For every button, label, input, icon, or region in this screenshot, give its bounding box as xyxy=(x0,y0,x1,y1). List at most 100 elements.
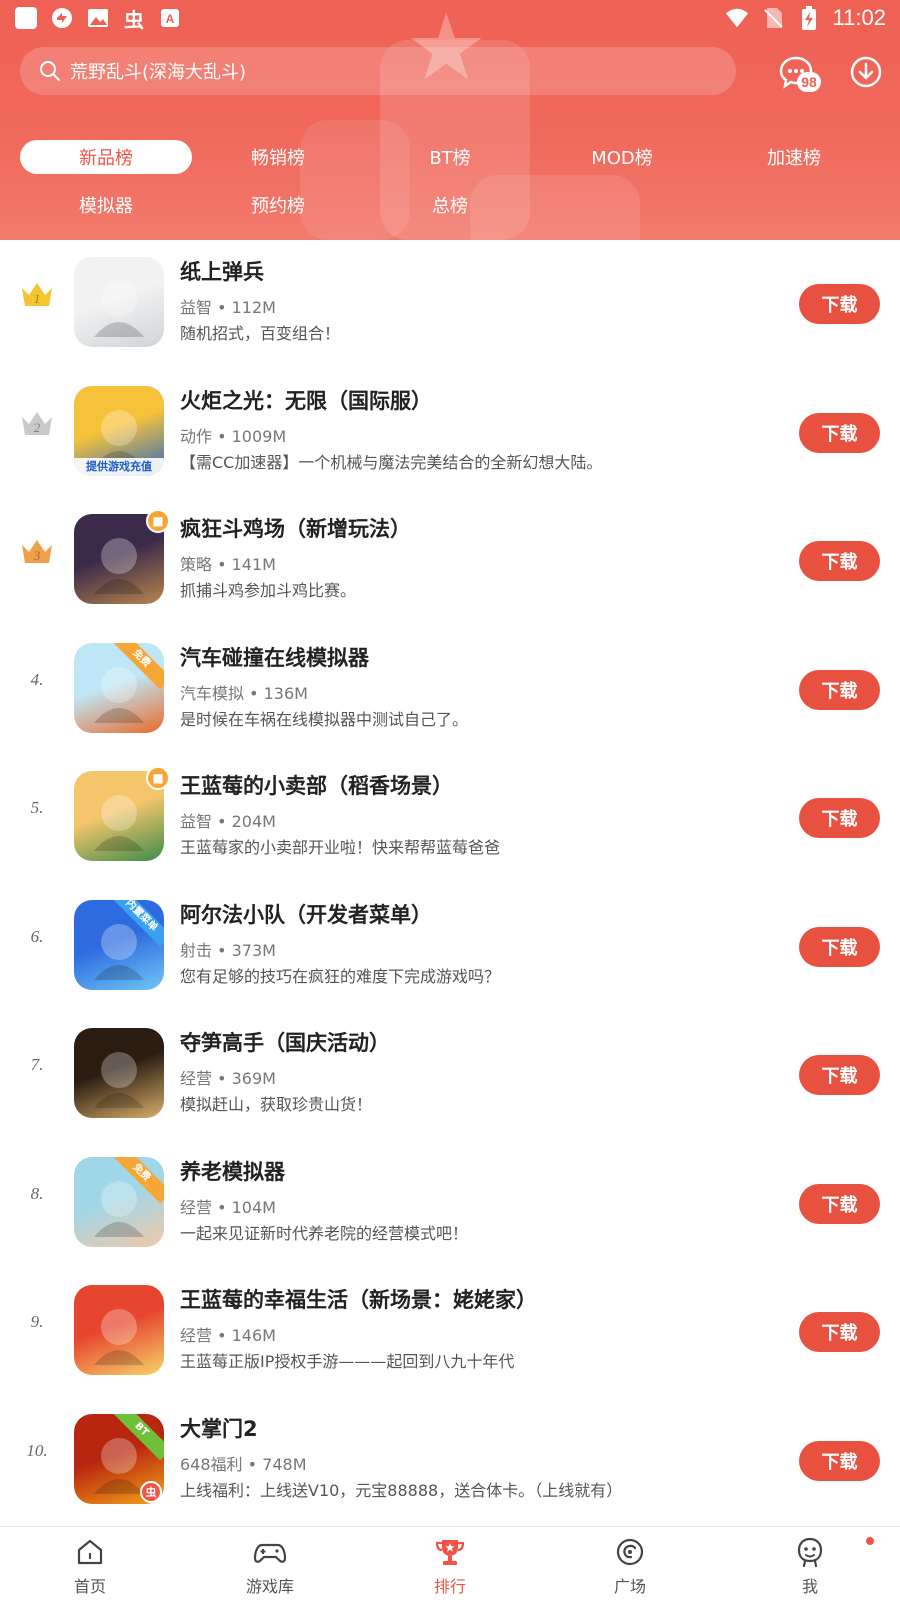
game-title: 汽车碰撞在线模拟器 xyxy=(180,645,369,670)
download-button[interactable]: 下载 xyxy=(799,284,880,324)
font-icon: A xyxy=(158,6,182,30)
rank-number: 2 xyxy=(34,420,41,435)
nav-game-library-label: 游戏库 xyxy=(245,1577,294,1596)
download-button[interactable]: 下载 xyxy=(799,1055,880,1095)
download-button[interactable]: 下载 xyxy=(799,798,880,838)
app-logo-icon: 虫 xyxy=(140,1480,162,1503)
tab-bt[interactable]: BT榜 xyxy=(364,140,536,174)
rank-badge: 6. xyxy=(14,915,60,959)
game-description: 上线福利：上线送V10，元宝88888，送合体卡。（上线就有） xyxy=(180,1480,623,1500)
search-icon xyxy=(38,59,62,83)
sync-icon xyxy=(50,6,74,30)
game-description: 您有足够的技巧在疯狂的难度下完成游戏吗？ xyxy=(180,966,501,986)
nav-plaza[interactable]: 广场 xyxy=(540,1527,720,1600)
game-list-item[interactable]: 7. 夺笋高手（国庆活动） 经营 • 369M 模拟赶山，获取珍贵山货！ 下载 xyxy=(0,1011,900,1142)
battery-charging-icon xyxy=(797,6,821,30)
nav-profile-label: 我 xyxy=(801,1577,818,1596)
tab-new[interactable]: 新品榜 xyxy=(20,140,192,174)
status-time: 11:02 xyxy=(832,5,886,30)
tab-accelerate[interactable]: 加速榜 xyxy=(708,140,880,174)
game-description: 是时候在车祸在线模拟器中测试自己了。 xyxy=(180,709,469,729)
rank-number: 4. xyxy=(30,669,44,689)
game-meta: 策略 • 141M xyxy=(180,555,276,574)
alpha-squad-icon[interactable]: 内置菜单 xyxy=(74,899,164,990)
download-button[interactable]: 下载 xyxy=(799,1312,880,1352)
tab-bestseller[interactable]: 畅销榜 xyxy=(192,140,364,174)
messages-button[interactable]: 98 xyxy=(776,52,821,92)
game-list-item[interactable]: 2 提供游戏充值 火炬之光：无限（国际服） 动作 • 1009M 【需CC加速器】一个机… xyxy=(0,369,900,500)
rank-badge: 10. xyxy=(14,1429,60,1473)
game-meta: 益智 • 204M xyxy=(180,812,276,831)
ranking-tabs-row-2: 模拟器 预约榜 总榜 xyxy=(20,188,880,222)
home-icon xyxy=(73,1535,107,1569)
rank-badge: 9. xyxy=(14,1300,60,1344)
game-description: 王蓝莓家的小卖部开业啦！快来帮帮蓝莓爸爸 xyxy=(180,838,501,857)
game-list-item[interactable]: 5. ■ 王蓝莓的小卖部（稻香场景） 益智 • 204M 王蓝莓家的小卖部开业啦！快来帮… xyxy=(0,754,900,885)
game-list-item[interactable]: 3 ■ 疯狂斗鸡场（新增玩法） 策略 • 141M 抓捕斗鸡参加斗鸡比赛。 下载 xyxy=(0,497,900,628)
download-button[interactable]: 下载 xyxy=(799,1440,880,1481)
rank-number: 6. xyxy=(30,926,44,946)
profile-icon xyxy=(793,1535,827,1569)
gift-icon: ■ xyxy=(146,509,170,533)
game-title: 养老模拟器 xyxy=(180,1159,285,1184)
tab-overall[interactable]: 总榜 xyxy=(364,188,536,222)
search-bar[interactable]: 荒野乱斗(深海大乱斗) xyxy=(20,47,736,95)
nav-home[interactable]: 首页 xyxy=(0,1527,180,1600)
header-decoration xyxy=(300,120,410,240)
game-list-item[interactable]: 6. 内置菜单 阿尔法小队（开发者菜单） 射击 • 373M 您有足够的技巧在疯狂的难度… xyxy=(0,883,900,1014)
nav-profile[interactable]: 我 xyxy=(720,1527,900,1600)
game-meta: 益智 • 112M xyxy=(180,298,276,317)
tab-mod[interactable]: MOD榜 xyxy=(536,140,708,174)
gamepad-icon xyxy=(253,1535,287,1569)
game-ranking-list[interactable]: 1 纸上弹兵 益智 • 112M 随机招式，百变组合！ 下载 2 提供游戏充值 火炬之光：无限… xyxy=(0,240,900,1526)
game-title: 疯狂斗鸡场（新增玩法） xyxy=(180,517,411,541)
ginseng-root-icon[interactable] xyxy=(74,1028,164,1118)
trophy-icon xyxy=(433,1535,467,1569)
car-crash-icon[interactable]: 免费 xyxy=(74,642,164,733)
app-logo-icon: 虫 xyxy=(124,7,144,32)
image-icon xyxy=(86,6,110,30)
tab-emulator[interactable]: 模拟器 xyxy=(20,188,192,222)
nav-game-library[interactable]: 游戏库 xyxy=(180,1527,360,1600)
nav-plaza-label: 广场 xyxy=(613,1577,646,1596)
nav-ranking[interactable]: 排行 xyxy=(360,1527,540,1600)
rank-number: 8. xyxy=(30,1183,44,1203)
download-button[interactable]: 下载 xyxy=(799,412,880,453)
message-count-badge: 98 xyxy=(797,72,821,92)
game-list-item[interactable]: 10. BT 虫大掌门2 648福利 • 748M 上线福利：上线送V10，元宝8888… xyxy=(0,1397,900,1527)
game-description: 王蓝莓正版IP授权手游———起回到八九十年代 xyxy=(180,1352,515,1371)
game-meta: 经营 • 369M xyxy=(180,1069,276,1088)
tab-reservation[interactable]: 预约榜 xyxy=(192,188,364,222)
game-list-item[interactable]: 1 纸上弹兵 益智 • 112M 随机招式，百变组合！ 下载 xyxy=(0,240,900,371)
game-meta: 汽车模拟 • 136M xyxy=(180,683,308,703)
rank-badge: 5. xyxy=(14,786,60,830)
torchlight-icon[interactable]: 提供游戏充值 xyxy=(74,385,164,476)
rank-number: 3 xyxy=(33,548,41,563)
header: ★ 虫 A 11:02 荒野乱斗(深海大乱斗) 98 新品榜 畅销榜 BT榜 M… xyxy=(0,0,900,240)
download-button[interactable]: 下载 xyxy=(799,926,880,967)
grandma-icon[interactable]: 免费 xyxy=(74,1156,164,1247)
game-list-item[interactable]: 9. 王蓝莓的幸福生活（新场景：姥姥家） 经营 • 146M 王蓝莓正版IP授权手游—… xyxy=(0,1268,900,1399)
happy-life-icon[interactable] xyxy=(74,1285,164,1375)
game-title: 王蓝莓的小卖部（稻香场景） xyxy=(180,774,453,798)
game-description: 模拟赶山，获取珍贵山货！ xyxy=(180,1095,373,1114)
game-list-item[interactable]: 8. 免费 养老模拟器 经营 • 104M 一起来见证新时代养老院的经营模式吧！ 下载 xyxy=(0,1140,900,1271)
svg-text:A: A xyxy=(166,12,175,26)
download-manager-button[interactable] xyxy=(846,52,886,92)
status-bar: 虫 A 11:02 xyxy=(0,0,900,36)
rank-badge: 8. xyxy=(14,1172,60,1216)
download-button[interactable]: 下载 xyxy=(799,1183,880,1224)
game-description: 一起来见证新时代养老院的经营模式吧！ xyxy=(180,1223,469,1243)
game-description: 【需CC加速器】一个机械与魔法完美结合的全新幻想大陆。 xyxy=(180,452,603,472)
no-sim-icon xyxy=(761,6,785,30)
gold-crown-icon: 1 xyxy=(14,272,60,316)
game-meta: 经营 • 146M xyxy=(180,1326,276,1345)
game-list-item[interactable]: 4. 免费 汽车碰撞在线模拟器汽车模拟 • 136M 是时候在车祸在线模拟器中测试自己… xyxy=(0,626,900,757)
game-title: 纸上弹兵 xyxy=(180,260,264,284)
stickman-ninja-icon[interactable] xyxy=(74,257,164,347)
download-button[interactable]: 下载 xyxy=(799,669,880,710)
app-notification-icon xyxy=(14,6,38,30)
rank-number: 7. xyxy=(30,1055,44,1074)
download-button[interactable]: 下载 xyxy=(799,541,880,581)
plaza-icon xyxy=(613,1535,647,1569)
